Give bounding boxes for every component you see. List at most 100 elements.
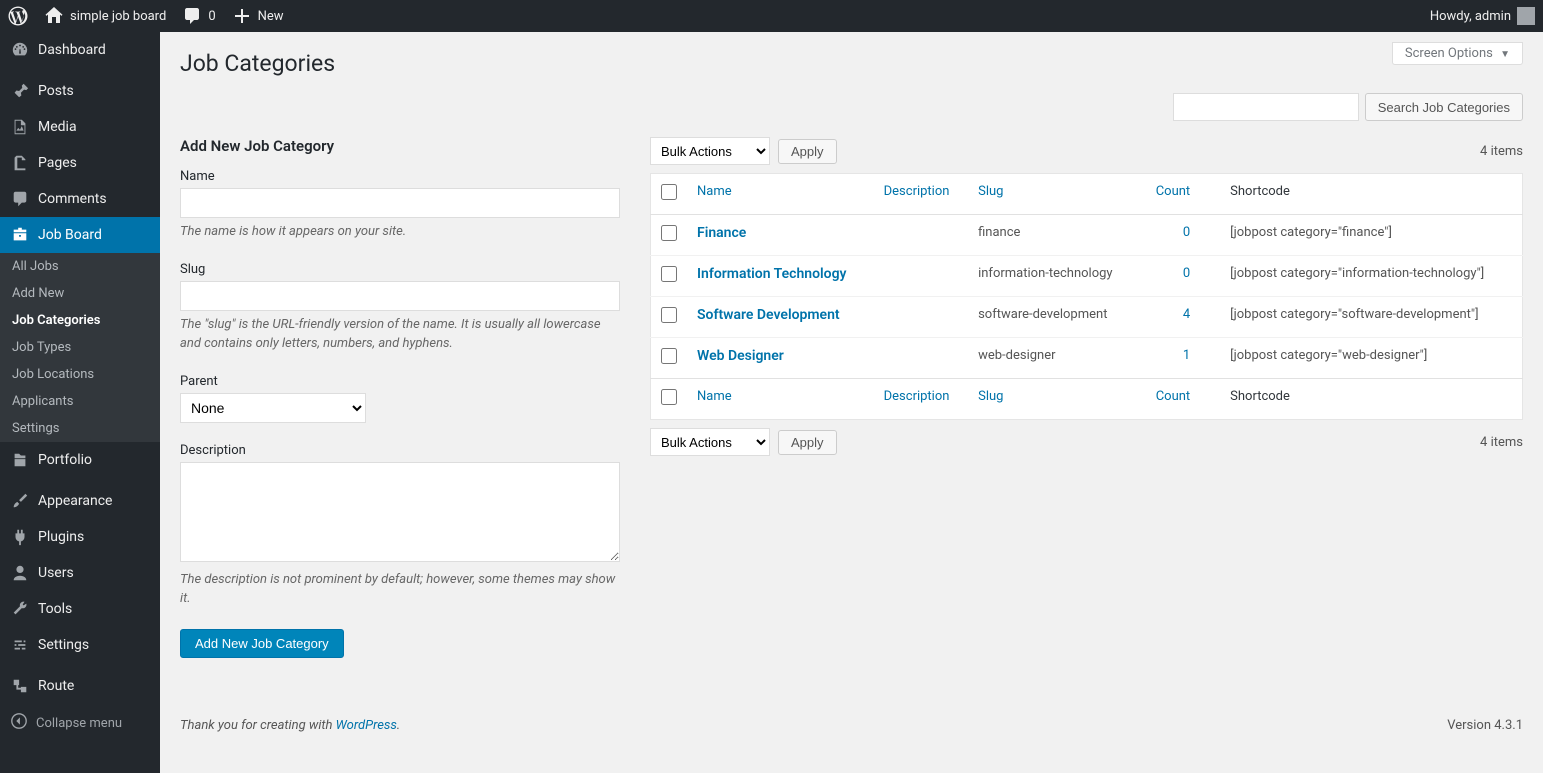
select-all-bottom[interactable] [661,389,677,405]
screen-options-label: Screen Options [1405,46,1493,61]
row-count-link[interactable]: 1 [1183,348,1190,363]
sidebar-sub-addnew[interactable]: Add New [0,280,160,307]
apply-top[interactable]: Apply [778,139,837,164]
row-checkbox[interactable] [661,348,677,364]
sidebar-item-label: Pages [38,155,77,171]
row-name-link[interactable]: Software Development [697,307,840,323]
page-title: Job Categories [180,32,1523,87]
sidebar-item-label: Tools [38,601,72,617]
table-area: Bulk Actions Apply 4 items Name Descript… [650,137,1523,658]
sidebar-item-jobboard[interactable]: Job Board [0,217,160,253]
row-checkbox[interactable] [661,307,677,323]
row-count-link[interactable]: 0 [1183,266,1190,281]
account-link[interactable]: Howdy, admin [1430,7,1535,25]
sidebar-item-tools[interactable]: Tools [0,591,160,627]
col-count[interactable]: Count [1156,389,1190,404]
comments-count: 0 [208,9,215,24]
parent-label: Parent [180,374,620,389]
col-description[interactable]: Description [884,184,950,199]
site-name: simple job board [70,9,166,24]
plug-icon [10,527,30,547]
select-all-top[interactable] [661,184,677,200]
collapse-menu[interactable]: Collapse menu [0,704,160,742]
row-slug: web-designer [968,338,1138,379]
admin-sidebar: Dashboard Posts Media Pages Comments Job… [0,32,160,773]
sidebar-item-label: Settings [38,637,89,653]
sidebar-item-media[interactable]: Media [0,109,160,145]
sidebar-item-comments[interactable]: Comments [0,181,160,217]
media-icon [10,117,30,137]
name-desc: The name is how it appears on your site. [180,222,620,242]
sidebar-sub-applicants[interactable]: Applicants [0,388,160,415]
row-name-link[interactable]: Information Technology [697,266,847,282]
row-count-link[interactable]: 4 [1183,307,1190,322]
wordpress-link[interactable]: WordPress [336,718,397,733]
sidebar-item-settings[interactable]: Settings [0,627,160,663]
col-name[interactable]: Name [697,184,732,199]
route-icon [10,676,30,696]
sidebar-sub-settings[interactable]: Settings [0,415,160,442]
content: Screen Options ▼ Job Categories Search J… [160,32,1543,773]
sidebar-item-label: Comments [38,191,107,207]
col-name[interactable]: Name [697,389,732,404]
form-title: Add New Job Category [180,137,620,155]
bulk-actions-bottom[interactable]: Bulk Actions [650,428,770,456]
col-count[interactable]: Count [1156,184,1190,199]
search-button[interactable]: Search Job Categories [1365,93,1523,121]
footer-thanks: Thank you for creating with [180,718,336,733]
screen-options-toggle[interactable]: Screen Options ▼ [1392,42,1523,65]
table-row: Information Technologyinformation-techno… [651,256,1523,297]
sidebar-item-pages[interactable]: Pages [0,145,160,181]
bulk-actions-top[interactable]: Bulk Actions [650,137,770,165]
apply-bottom[interactable]: Apply [778,430,837,455]
description-desc: The description is not prominent by defa… [180,570,620,609]
row-checkbox[interactable] [661,266,677,282]
sidebar-sub-jobcategories[interactable]: Job Categories [0,307,160,334]
row-description [874,256,968,297]
howdy-text: Howdy, admin [1430,9,1511,24]
name-input[interactable] [180,188,620,218]
row-description [874,215,968,256]
col-slug[interactable]: Slug [978,184,1003,199]
name-label: Name [180,169,620,184]
sidebar-sub-alljobs[interactable]: All Jobs [0,253,160,280]
parent-select[interactable]: None [180,393,366,423]
categories-table: Name Description Slug Count Shortcode Fi… [650,173,1523,420]
wp-logo[interactable] [8,6,28,26]
row-name-link[interactable]: Web Designer [697,348,784,364]
sidebar-sub-jobtypes[interactable]: Job Types [0,334,160,361]
chevron-down-icon: ▼ [1500,49,1510,60]
description-textarea[interactable] [180,462,620,562]
new-link[interactable]: New [232,6,284,26]
sidebar-item-users[interactable]: Users [0,555,160,591]
sidebar-item-label: Media [38,119,77,135]
sidebar-item-portfolio[interactable]: Portfolio [0,442,160,478]
row-shortcode: [jobpost category="web-designer"] [1220,338,1522,379]
row-count-link[interactable]: 0 [1183,225,1190,240]
comments-link[interactable]: 0 [182,6,215,26]
slug-input[interactable] [180,281,620,311]
sidebar-sub-joblocations[interactable]: Job Locations [0,361,160,388]
page-icon [10,153,30,173]
sidebar-item-plugins[interactable]: Plugins [0,519,160,555]
sidebar-item-route[interactable]: Route [0,668,160,704]
submit-button[interactable]: Add New Job Category [180,629,344,658]
footer: Thank you for creating with WordPress. V… [180,718,1523,733]
sidebar-submenu: All Jobs Add New Job Categories Job Type… [0,253,160,442]
site-link[interactable]: simple job board [44,6,166,26]
row-description [874,338,968,379]
col-shortcode: Shortcode [1220,379,1522,420]
col-description[interactable]: Description [884,389,950,404]
row-name-link[interactable]: Finance [697,225,746,241]
table-row: Software Developmentsoftware-development… [651,297,1523,338]
sidebar-item-appearance[interactable]: Appearance [0,483,160,519]
sidebar-item-posts[interactable]: Posts [0,73,160,109]
row-checkbox[interactable] [661,225,677,241]
sidebar-item-dashboard[interactable]: Dashboard [0,32,160,68]
comment-icon [182,6,202,26]
col-slug[interactable]: Slug [978,389,1003,404]
search-input[interactable] [1173,93,1359,121]
briefcase-icon [10,225,30,245]
collapse-label: Collapse menu [36,716,122,731]
sidebar-item-label: Route [38,678,74,694]
